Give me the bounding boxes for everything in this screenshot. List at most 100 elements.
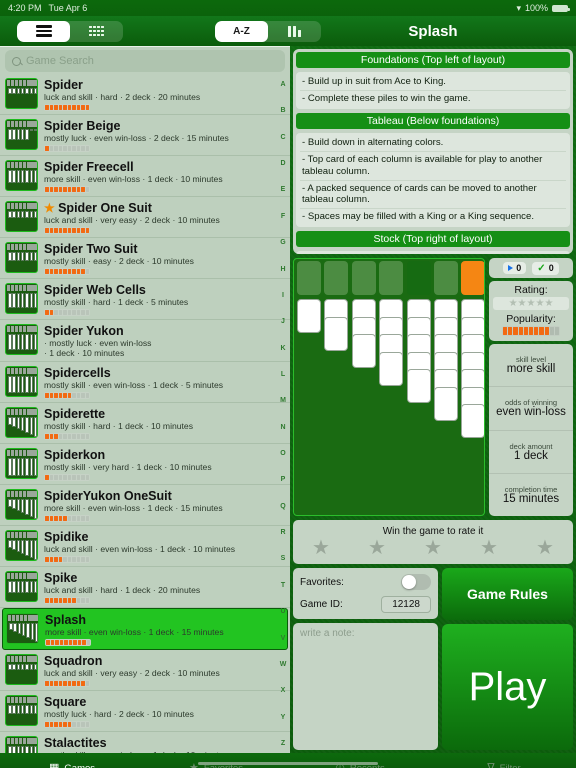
game-list-item[interactable]: Spiderkon mostly skill · very hard · 1 de… bbox=[0, 444, 290, 485]
game-meta: mostly luck · hard · 2 deck · 10 minutes bbox=[44, 709, 194, 719]
rate-game-box[interactable]: Win the game to rate it ★ ★ ★ ★ ★ bbox=[293, 520, 573, 564]
alpha-index-i[interactable]: I bbox=[282, 292, 284, 299]
view-grid-button[interactable] bbox=[70, 21, 123, 42]
game-name: Spidercells bbox=[44, 366, 111, 380]
game-info: Spider Web Cells mostly skill · hard · 1 … bbox=[44, 283, 276, 316]
rules-card[interactable]: Foundations (Top left of layout) - Build … bbox=[293, 49, 573, 254]
play-button[interactable]: Play bbox=[442, 624, 573, 750]
game-list-item[interactable]: Spider Yukon · mostly luck · even win-los… bbox=[0, 320, 290, 362]
tab-filter[interactable]: ∇ Filter bbox=[432, 763, 576, 768]
alpha-index-o[interactable]: O bbox=[280, 450, 285, 457]
alpha-index-s[interactable]: S bbox=[281, 555, 286, 562]
alpha-index-y[interactable]: Y bbox=[281, 714, 286, 721]
alpha-index-a[interactable]: A bbox=[280, 81, 285, 88]
rate-star-3[interactable]: ★ bbox=[424, 538, 442, 558]
game-list-item[interactable]: Square mostly luck · hard · 2 deck · 10 m… bbox=[0, 691, 290, 732]
bottom-actions: Favorites: Game ID: 12128 write a note: … bbox=[293, 568, 573, 750]
rate-star-5[interactable]: ★ bbox=[536, 538, 554, 558]
bottom-tab-bar[interactable]: ▦Games★Favorites◴Recents∇Filter bbox=[0, 753, 576, 768]
gameid-row: Game ID: 12128 bbox=[300, 596, 431, 613]
search-input[interactable]: Game Search bbox=[5, 50, 285, 72]
game-popularity-bar bbox=[44, 474, 90, 481]
alpha-index-u[interactable]: U bbox=[280, 608, 285, 615]
game-thumbnail bbox=[5, 407, 38, 438]
rate-star-row[interactable]: ★ ★ ★ ★ ★ bbox=[293, 538, 573, 558]
game-meta: mostly skill · hard · 1 deck · 10 minute… bbox=[44, 421, 194, 431]
alpha-index-c[interactable]: C bbox=[280, 134, 285, 141]
alpha-index-x[interactable]: X bbox=[281, 687, 286, 694]
alpha-index-j[interactable]: J bbox=[281, 318, 285, 325]
alpha-index-d[interactable]: D bbox=[280, 160, 285, 167]
game-popularity-bar bbox=[44, 680, 90, 687]
game-info: ★ Spider One Suit luck and skill · very e… bbox=[44, 201, 276, 234]
game-list-item[interactable]: ★ Spider One Suit luck and skill · very e… bbox=[0, 197, 290, 238]
game-name: Spider Web Cells bbox=[44, 283, 146, 297]
alpha-index-k[interactable]: K bbox=[280, 345, 285, 352]
sort-alphabetical-button[interactable]: A-Z bbox=[215, 20, 268, 42]
rate-star-2[interactable]: ★ bbox=[368, 538, 386, 558]
alpha-index-n[interactable]: N bbox=[280, 424, 285, 431]
game-info: Splash more skill · even win-loss · 1 dec… bbox=[45, 613, 275, 646]
game-list-item-selected[interactable]: Splash more skill · even win-loss · 1 dec… bbox=[2, 608, 288, 650]
gameid-input[interactable]: 12128 bbox=[381, 596, 431, 613]
view-list-button[interactable] bbox=[17, 20, 70, 42]
alpha-index-v[interactable]: V bbox=[281, 635, 286, 642]
game-popularity-bar bbox=[44, 145, 90, 152]
alphabet-index[interactable]: A B C D E F G H I J K L M N O P Q R S T U V W X Y Z bbox=[277, 77, 289, 751]
favorites-row: Favorites: bbox=[300, 574, 431, 590]
alpha-index-p[interactable]: P bbox=[281, 476, 286, 483]
game-popularity-bar bbox=[44, 556, 90, 563]
game-list-item[interactable]: Spidercells mostly skill · even win-loss … bbox=[0, 362, 290, 403]
game-name: Spider Two Suit bbox=[44, 242, 138, 256]
alpha-index-q[interactable]: Q bbox=[280, 503, 285, 510]
game-attribute: completion time 15 minutes bbox=[489, 474, 573, 516]
game-list-item[interactable]: Spider Two Suit mostly skill · easy · 2 d… bbox=[0, 238, 290, 279]
game-list-item[interactable]: Spike luck and skill · hard · 1 deck · 20… bbox=[0, 567, 290, 608]
alpha-index-m[interactable]: M bbox=[280, 397, 286, 404]
grid-view-icon bbox=[88, 25, 105, 37]
game-meta: mostly luck · even win-loss · 2 deck · 1… bbox=[44, 133, 229, 143]
game-list-item[interactable]: Spider Freecell more skill · even win-los… bbox=[0, 156, 290, 197]
rule-line: - Spaces may be filled with a King or a … bbox=[302, 211, 534, 222]
alpha-index-w[interactable]: W bbox=[280, 661, 287, 668]
game-attribute: odds of winning even win-loss bbox=[489, 387, 573, 431]
game-meta: mostly skill · very hard · 1 deck · 10 m… bbox=[44, 462, 212, 472]
game-rules-button[interactable]: Game Rules bbox=[442, 568, 573, 620]
game-list-item[interactable]: Spider Beige mostly luck · even win-loss … bbox=[0, 115, 290, 156]
game-list-item[interactable]: Spider luck and skill · hard · 2 deck · 2… bbox=[0, 74, 290, 115]
alpha-index-t[interactable]: T bbox=[281, 582, 285, 589]
game-list-item[interactable]: SpiderYukon OneSuit more skill · even win… bbox=[0, 485, 290, 526]
games-grid-icon: ▦ bbox=[48, 762, 60, 768]
game-name: Spiderkon bbox=[44, 448, 106, 462]
rate-star-4[interactable]: ★ bbox=[480, 538, 498, 558]
game-list-item[interactable]: Spider Web Cells mostly skill · hard · 1 … bbox=[0, 279, 290, 320]
game-popularity-bar bbox=[44, 268, 90, 275]
game-list-item[interactable]: Stalactitesmostly skill · even win-loss … bbox=[0, 732, 290, 753]
game-list-item[interactable]: Spidike luck and skill · even win-loss · … bbox=[0, 526, 290, 567]
alpha-index-r[interactable]: R bbox=[280, 529, 285, 536]
game-list-item[interactable]: Squadron luck and skill · very easy · 2 d… bbox=[0, 650, 290, 691]
game-thumbnail bbox=[5, 119, 38, 150]
alpha-index-h[interactable]: H bbox=[280, 266, 285, 273]
plays-count: 0 bbox=[516, 263, 522, 273]
game-name: ★ Spider One Suit bbox=[44, 201, 152, 215]
game-list[interactable]: Spider luck and skill · hard · 2 deck · 2… bbox=[0, 74, 290, 753]
main-body: Game Search Spider luck and skill · hard … bbox=[0, 46, 576, 753]
page-title: Splash bbox=[408, 22, 458, 40]
note-textarea[interactable]: write a note: bbox=[293, 623, 438, 750]
game-thumbnail bbox=[5, 571, 38, 602]
tab-games[interactable]: ▦ Games bbox=[0, 763, 144, 768]
alpha-index-g[interactable]: G bbox=[280, 239, 285, 246]
game-thumbnail bbox=[5, 695, 38, 726]
alpha-index-e[interactable]: E bbox=[281, 186, 286, 193]
rule-section-body: - Build up in suit from Ace to King. - Co… bbox=[296, 72, 570, 109]
view-mode-segmented-control[interactable] bbox=[17, 20, 123, 42]
alpha-index-b[interactable]: B bbox=[280, 107, 285, 114]
alpha-index-z[interactable]: Z bbox=[281, 740, 285, 747]
game-list-item[interactable]: Spiderette mostly skill · hard · 1 deck ·… bbox=[0, 403, 290, 444]
favorites-toggle[interactable] bbox=[401, 574, 431, 590]
alpha-index-f[interactable]: F bbox=[281, 213, 285, 220]
rate-star-1[interactable]: ★ bbox=[312, 538, 330, 558]
status-date: Tue Apr 6 bbox=[48, 3, 88, 13]
alpha-index-l[interactable]: L bbox=[281, 371, 285, 378]
